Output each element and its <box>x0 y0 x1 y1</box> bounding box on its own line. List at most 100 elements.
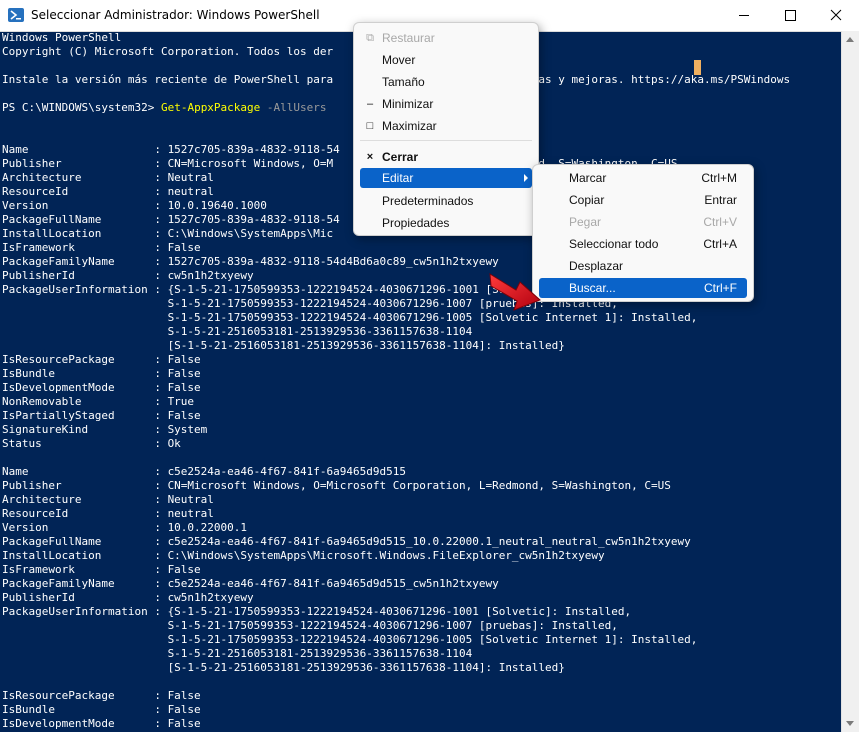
terminal-line: IsFramework : False <box>2 241 201 254</box>
restore-icon: ⧉ <box>366 32 374 44</box>
menu-item-shortcut: Entrar <box>704 193 737 207</box>
terminal-line: Architecture : Neutral <box>2 493 214 506</box>
maximize-icon <box>785 10 796 21</box>
maximize-icon: □ <box>366 120 374 132</box>
terminal-line: [S-1-5-21-2516053181-2513929536-33611576… <box>2 661 565 674</box>
terminal-line: PackageUserInformation : {S-1-5-21-17505… <box>2 283 506 296</box>
terminal-line: PackageFamilyName : 1527c705-839a-4832-9… <box>2 255 499 268</box>
terminal-line: PublisherId : cw5n1h2txyewy <box>2 591 254 604</box>
terminal-line: NonRemovable : True <box>2 395 195 408</box>
terminal-line: IsResourcePackage : False <box>2 689 201 702</box>
terminal-line: PackageFullName : c5e2524a-ea46-4f67-841… <box>2 535 691 548</box>
prompt-path: PS C:\WINDOWS\system32> <box>2 101 161 114</box>
menu-item-label: Predeterminados <box>382 194 474 208</box>
terminal-line: [S-1-5-21-2516053181-2513929536-33611576… <box>2 339 565 352</box>
minimize-icon: – <box>366 98 374 110</box>
menu-item-label: Seleccionar todo <box>569 237 659 251</box>
menu-separator <box>360 140 532 141</box>
system-menu-item-cerrar[interactable]: × Cerrar <box>360 147 532 167</box>
system-menu-item-propiedades[interactable]: Propiedades <box>360 213 532 233</box>
minimize-button[interactable] <box>721 0 767 31</box>
terminal-line: IsResourcePackage : False <box>2 353 201 366</box>
menu-item-label: Propiedades <box>382 216 450 230</box>
terminal-line: Copyright (C) Microsoft Corporation. Tod… <box>2 45 334 58</box>
terminal-line: IsDevelopmentMode : False <box>2 717 201 730</box>
menu-item-label: Buscar... <box>569 281 616 295</box>
red-arrow-icon <box>489 273 541 311</box>
terminal-line: S-1-5-21-1750599353-1222194524-403067129… <box>2 633 698 646</box>
terminal-line: IsBundle : False <box>2 367 201 380</box>
terminal-line: Windows PowerShell <box>2 31 122 44</box>
terminal-line: ResourceId : neutral <box>2 507 214 520</box>
menu-item-shortcut: Ctrl+M <box>701 171 737 185</box>
terminal-line: PackageFullName : 1527c705-839a-4832-911… <box>2 213 340 226</box>
menu-item-shortcut: Ctrl+V <box>703 215 737 229</box>
terminal-line: InstallLocation : C:\Windows\SystemApps\… <box>2 227 334 240</box>
edit-menu-item-seleccionar-todo[interactable]: Seleccionar todo Ctrl+A <box>539 234 747 254</box>
menu-item-label: Mover <box>382 53 416 67</box>
menu-item-label: Tamaño <box>382 75 425 89</box>
terminal-line: InstallLocation : C:\Windows\SystemApps\… <box>2 549 605 562</box>
terminal-line: Version : 10.0.19640.1000 <box>2 199 267 212</box>
powershell-window: Seleccionar Administrador: Windows Power… <box>0 0 859 732</box>
terminal-line: PackageFamilyName : c5e2524a-ea46-4f67-8… <box>2 577 499 590</box>
menu-item-label: Editar <box>382 171 414 185</box>
edit-menu-item-desplazar[interactable]: Desplazar <box>539 256 747 276</box>
close-icon: × <box>366 151 374 163</box>
system-menu-item-mover[interactable]: Mover <box>360 50 532 70</box>
menu-item-shortcut: Ctrl+F <box>704 281 737 295</box>
terminal-line: IsDevelopmentMode : False <box>2 381 201 394</box>
menu-item-label: Minimizar <box>382 97 434 111</box>
menu-item-label: Marcar <box>569 171 607 185</box>
system-menu-item-maximizar[interactable]: □ Maximizar <box>360 116 532 136</box>
close-icon <box>830 9 842 21</box>
terminal-line: S-1-5-21-1750599353-1222194524-403067129… <box>2 619 618 632</box>
terminal-line: IsBundle : False <box>2 703 201 716</box>
system-menu-item-restaurar[interactable]: ⧉ Restaurar <box>360 28 532 48</box>
text-cursor <box>694 60 701 75</box>
terminal-line: Name : 1527c705-839a-4832-9118-54 <box>2 143 340 156</box>
minimize-icon <box>739 15 749 16</box>
terminal-line: Name : c5e2524a-ea46-4f67-841f-6a9465d9d… <box>2 465 406 478</box>
close-button[interactable] <box>813 0 859 31</box>
menu-item-label: Maximizar <box>382 119 437 133</box>
menu-item-label: Desplazar <box>569 259 624 273</box>
menu-item-label: Restaurar <box>382 31 435 45</box>
system-menu-item-tamaño[interactable]: Tamaño <box>360 72 532 92</box>
terminal-line: ResourceId : neutral <box>2 185 214 198</box>
scroll-up-icon[interactable] <box>846 37 854 42</box>
terminal-line: Status : Ok <box>2 437 181 450</box>
edit-menu-item-buscar[interactable]: Buscar... Ctrl+F <box>539 278 747 298</box>
maximize-button[interactable] <box>767 0 813 31</box>
edit-menu-item-marcar[interactable]: Marcar Ctrl+M <box>539 168 747 188</box>
terminal-line: IsPartiallyStaged : False <box>2 409 201 422</box>
prompt-parameter: -AllUsers <box>260 101 327 114</box>
terminal-line: PublisherId : cw5n1h2txyewy <box>2 269 254 282</box>
edit-menu-item-copiar[interactable]: Copiar Entrar <box>539 190 747 210</box>
edit-submenu: Marcar Ctrl+M Copiar Entrar Pegar Ctrl+V Selec… <box>532 164 754 302</box>
system-menu-item-editar[interactable]: Editar <box>360 168 532 188</box>
terminal-line: S-1-5-21-2516053181-2513929536-336115763… <box>2 325 473 338</box>
terminal-line: S-1-5-21-1750599353-1222194524-403067129… <box>2 311 698 324</box>
vertical-scrollbar[interactable] <box>841 31 859 732</box>
system-menu: ⧉ Restaurar Mover Tamaño – Minimizar □ Maximiza… <box>353 22 539 236</box>
terminal-line: Publisher : CN=Microsoft Windows, O=Micr… <box>2 479 671 492</box>
menu-item-label: Copiar <box>569 193 605 207</box>
system-menu-item-predeterminados[interactable]: Predeterminados <box>360 191 532 211</box>
menu-item-label: Pegar <box>569 215 602 229</box>
terminal-line: IsFramework : False <box>2 563 201 576</box>
terminal-line: Architecture : Neutral <box>2 171 214 184</box>
prompt-line: PS C:\WINDOWS\system32> Get-AppxPackage … <box>2 101 327 115</box>
terminal-line: S-1-5-21-2516053181-2513929536-336115763… <box>2 647 473 660</box>
prompt-command: Get-AppxPackage <box>160 101 261 114</box>
terminal-line: SignatureKind : System <box>2 423 208 436</box>
menu-item-shortcut: Ctrl+A <box>703 237 737 251</box>
terminal-line: PackageUserInformation : {S-1-5-21-17505… <box>2 605 632 618</box>
system-menu-item-minimizar[interactable]: – Minimizar <box>360 94 532 114</box>
scroll-down-icon[interactable] <box>846 721 854 726</box>
edit-menu-item-pegar[interactable]: Pegar Ctrl+V <box>539 212 747 232</box>
window-title: Seleccionar Administrador: Windows Power… <box>31 8 320 22</box>
menu-item-label: Cerrar <box>382 150 419 164</box>
powershell-icon[interactable] <box>8 7 24 23</box>
terminal-line: Version : 10.0.22000.1 <box>2 521 248 534</box>
